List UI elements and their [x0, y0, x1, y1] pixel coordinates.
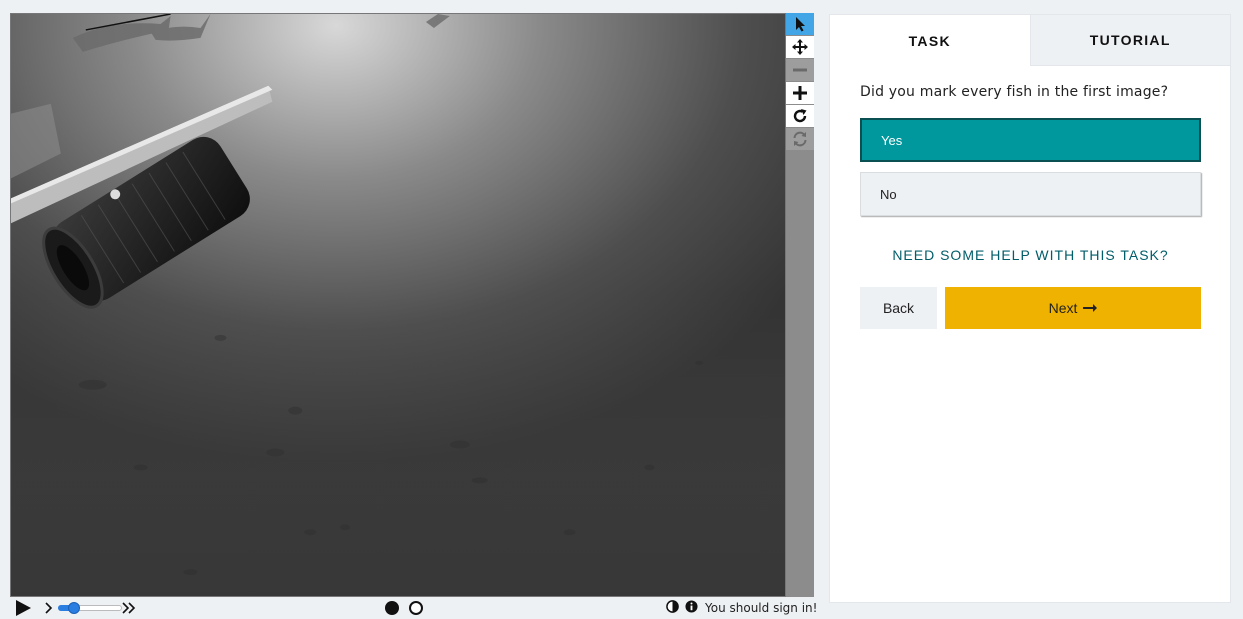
- zoom-out-tool-button[interactable]: [786, 59, 814, 81]
- sign-in-message: You should sign in!: [705, 601, 818, 615]
- reset-tool-button[interactable]: [786, 128, 814, 150]
- next-button[interactable]: Next: [945, 287, 1201, 329]
- help-link[interactable]: NEED SOME HELP WITH THIS TASK?: [860, 247, 1201, 263]
- refresh-icon: [793, 131, 807, 147]
- plus-icon: [793, 86, 807, 100]
- underwater-seafloor-image[interactable]: [11, 14, 785, 596]
- step-forward-icon[interactable]: [44, 602, 54, 614]
- play-icon[interactable]: [14, 600, 32, 616]
- answer-no-button[interactable]: No: [860, 172, 1201, 216]
- back-button[interactable]: Back: [860, 287, 937, 329]
- move-tool-button[interactable]: [786, 36, 814, 58]
- pointer-icon: [796, 17, 805, 32]
- arrow-right-icon: [1083, 304, 1098, 312]
- move-arrows-icon: [792, 39, 808, 55]
- panel-tabs: TASK TUTORIAL: [830, 15, 1230, 66]
- subject-image-viewer[interactable]: [10, 13, 786, 597]
- minus-icon: [793, 68, 807, 72]
- frame-1-dot[interactable]: [385, 601, 399, 615]
- answer-yes-button[interactable]: Yes: [860, 118, 1201, 162]
- playback-speed-slider[interactable]: [58, 602, 122, 614]
- tab-task[interactable]: TASK: [830, 15, 1030, 66]
- rotate-icon: [793, 109, 807, 123]
- frame-2-dot[interactable]: [409, 601, 423, 615]
- tab-tutorial[interactable]: TUTORIAL: [1029, 15, 1230, 66]
- frame-controls: You should sign in!: [10, 597, 818, 619]
- task-question: Did you mark every fish in the first ima…: [860, 84, 1169, 100]
- answer-label: Yes: [881, 132, 903, 148]
- contrast-icon[interactable]: [666, 600, 679, 613]
- zoom-in-tool-button[interactable]: [786, 82, 814, 104]
- select-tool-button[interactable]: [786, 13, 814, 35]
- skip-to-end-icon[interactable]: [122, 602, 136, 614]
- rotate-tool-button[interactable]: [786, 105, 814, 127]
- viewer-toolbar: [786, 13, 814, 597]
- task-panel: TASK TUTORIAL Did you mark every fish in…: [829, 14, 1231, 603]
- next-button-label: Next: [1048, 300, 1078, 316]
- info-icon[interactable]: [685, 600, 698, 613]
- answer-label: No: [880, 186, 897, 202]
- slider-thumb[interactable]: [68, 602, 81, 614]
